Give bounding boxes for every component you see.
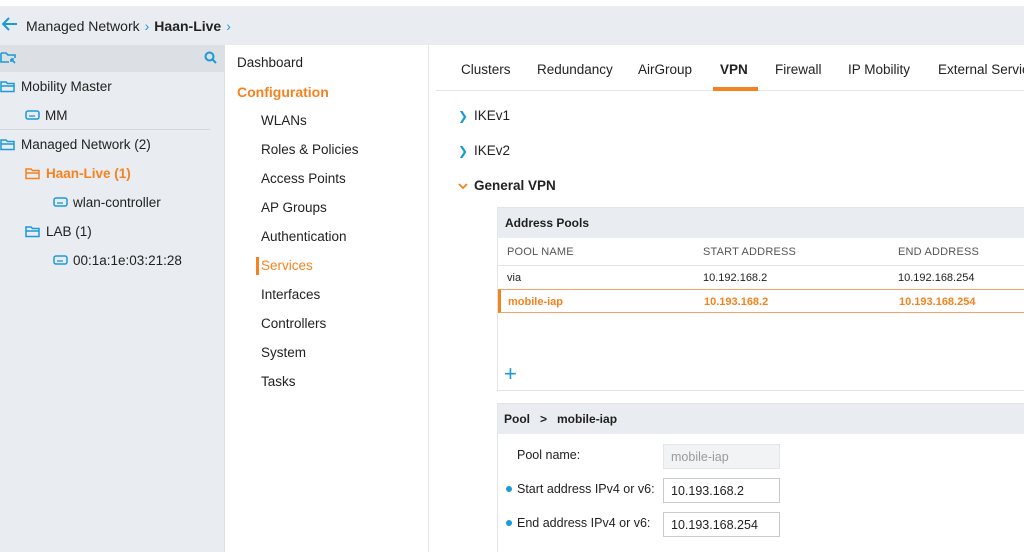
- nav-selected-marker: [256, 257, 259, 275]
- chevron-right-icon[interactable]: ›: [226, 18, 231, 34]
- table-row-selected[interactable]: mobile-iap 10.193.168.2 10.193.168.254: [498, 289, 1024, 313]
- tree-item-wlan-controller[interactable]: wlan-controller: [53, 191, 161, 213]
- device-icon: [25, 110, 40, 120]
- pool-name-label: Pool name:: [517, 448, 581, 462]
- tab-bar: Clusters Redundancy AirGroup VPN Firewal…: [436, 45, 1024, 91]
- address-pools-table: Address Pools POOL NAME START ADDRESS EN…: [497, 207, 1024, 391]
- tab-ip-mobility[interactable]: IP Mobility: [848, 62, 910, 77]
- tab-vpn[interactable]: VPN: [720, 62, 748, 77]
- start-address-cell: 10.193.168.2: [704, 296, 769, 308]
- tree-item-label: wlan-controller: [73, 194, 161, 210]
- end-address-input[interactable]: [663, 512, 780, 537]
- pool-name-input: [663, 444, 780, 469]
- accordion-label: General VPN: [474, 178, 556, 193]
- table-header: POOL NAME START ADDRESS END ADDRESS: [498, 238, 1024, 266]
- tree-item-managed-network[interactable]: Managed Network (2): [0, 133, 151, 155]
- required-indicator-icon: [506, 520, 512, 526]
- tab-active-indicator: [713, 87, 758, 91]
- pool-detail-header: Pool > mobile-iap: [498, 404, 1024, 434]
- tree-item-label: 00:1a:1e:03:21:28: [73, 252, 182, 268]
- accordion-ikev1[interactable]: ❯ IKEv1: [458, 108, 510, 123]
- tree-item-label: Mobility Master: [21, 78, 112, 94]
- nav-item-authentication[interactable]: Authentication: [261, 227, 347, 247]
- tab-clusters[interactable]: Clusters: [461, 62, 511, 77]
- folder-icon: [0, 138, 15, 150]
- config-nav: Dashboard Configuration WLANs Roles & Po…: [226, 45, 429, 552]
- column-header-pool-name[interactable]: POOL NAME: [507, 246, 574, 258]
- nav-item-controllers[interactable]: Controllers: [261, 314, 326, 334]
- nav-item-access-points[interactable]: Access Points: [261, 169, 346, 189]
- required-indicator-icon: [506, 486, 512, 492]
- accordion-ikev2[interactable]: ❯ IKEv2: [458, 143, 510, 158]
- folder-icon: [25, 225, 40, 237]
- tree-item-lab[interactable]: LAB (1): [25, 220, 92, 242]
- folder-icon: [0, 80, 15, 92]
- tree-header: [0, 45, 224, 72]
- end-address-cell: 10.193.168.254: [899, 296, 976, 308]
- pool-name-cell: mobile-iap: [508, 296, 564, 308]
- chevron-down-icon: [458, 179, 474, 193]
- breadcrumb-item-managed-network[interactable]: Managed Network: [26, 18, 140, 34]
- tab-firewall[interactable]: Firewall: [775, 62, 822, 77]
- tree-item-device-mac[interactable]: 00:1a:1e:03:21:28: [53, 249, 182, 271]
- chevron-right-icon: ❯: [458, 108, 469, 123]
- start-address-input[interactable]: [663, 478, 780, 503]
- table-row[interactable]: via 10.192.168.2 10.192.168.254: [498, 266, 1024, 290]
- nav-configuration[interactable]: Configuration: [237, 82, 329, 102]
- accordion-general-vpn[interactable]: General VPN: [458, 178, 556, 193]
- chevron-right-icon: ›: [144, 17, 150, 34]
- column-header-end-address[interactable]: END ADDRESS: [898, 246, 979, 258]
- chevron-right-icon: >: [540, 412, 548, 426]
- nav-item-interfaces[interactable]: Interfaces: [261, 285, 320, 305]
- nav-item-tasks[interactable]: Tasks: [261, 372, 296, 392]
- pool-name-cell: via: [507, 272, 522, 284]
- column-header-start-address[interactable]: START ADDRESS: [703, 246, 796, 258]
- device-icon: [53, 255, 68, 265]
- main-content: Clusters Redundancy AirGroup VPN Firewal…: [430, 45, 1024, 552]
- accordion-label: IKEv2: [474, 143, 511, 158]
- tab-airgroup[interactable]: AirGroup: [638, 62, 692, 77]
- pool-detail-name: mobile-iap: [557, 412, 618, 426]
- tree-divider: [0, 129, 210, 130]
- nav-item-wlans[interactable]: WLANs: [261, 111, 307, 131]
- tree-item-mobility-master[interactable]: Mobility Master: [0, 75, 112, 97]
- breadcrumb: Managed Network › Haan-Live ›: [0, 6, 1024, 45]
- tab-redundancy[interactable]: Redundancy: [537, 62, 613, 77]
- breadcrumb-current: Haan-Live: [154, 17, 222, 34]
- nav-item-services[interactable]: Services: [261, 256, 313, 276]
- end-address-label: End address IPv4 or v6:: [517, 516, 651, 530]
- nav-dashboard[interactable]: Dashboard: [237, 53, 303, 73]
- pool-detail-panel: Pool > mobile-iap Pool name: Start addre…: [497, 403, 1024, 552]
- start-address-cell: 10.192.168.2: [703, 272, 768, 284]
- pool-detail-title: Pool: [504, 412, 530, 426]
- form-row-pool-name: Pool name:: [506, 448, 665, 462]
- end-address-cell: 10.192.168.254: [898, 272, 975, 284]
- start-address-label: Start address IPv4 or v6:: [517, 482, 655, 496]
- tree-item-label: Managed Network (2): [21, 136, 151, 152]
- form-row-end-address: End address IPv4 or v6:: [506, 516, 665, 530]
- tree-item-haan-live[interactable]: Haan-Live (1): [25, 162, 131, 184]
- nav-item-system[interactable]: System: [261, 343, 306, 363]
- device-icon: [53, 197, 68, 207]
- address-pools-title: Address Pools: [498, 208, 1024, 238]
- tree-item-mm[interactable]: MM: [25, 104, 68, 126]
- tab-external-services[interactable]: External Servic: [938, 62, 1024, 77]
- accordion-label: IKEv1: [474, 108, 511, 123]
- folder-icon: [25, 167, 40, 179]
- tree-item-label: Haan-Live (1): [46, 165, 131, 181]
- nav-item-roles-policies[interactable]: Roles & Policies: [261, 140, 359, 160]
- form-row-start-address: Start address IPv4 or v6:: [506, 482, 665, 496]
- chevron-right-icon: ❯: [458, 143, 469, 158]
- nav-item-ap-groups[interactable]: AP Groups: [261, 198, 327, 218]
- folder-collapse-icon[interactable]: [0, 50, 18, 69]
- arrow-left-icon[interactable]: [1, 15, 24, 36]
- add-pool-button[interactable]: +: [504, 363, 517, 385]
- hierarchy-tree: Mobility Master MM Managed Network (2) H…: [0, 45, 225, 552]
- search-icon[interactable]: [204, 51, 217, 67]
- tree-item-label: MM: [45, 107, 68, 123]
- tree-item-label: LAB (1): [46, 223, 92, 239]
